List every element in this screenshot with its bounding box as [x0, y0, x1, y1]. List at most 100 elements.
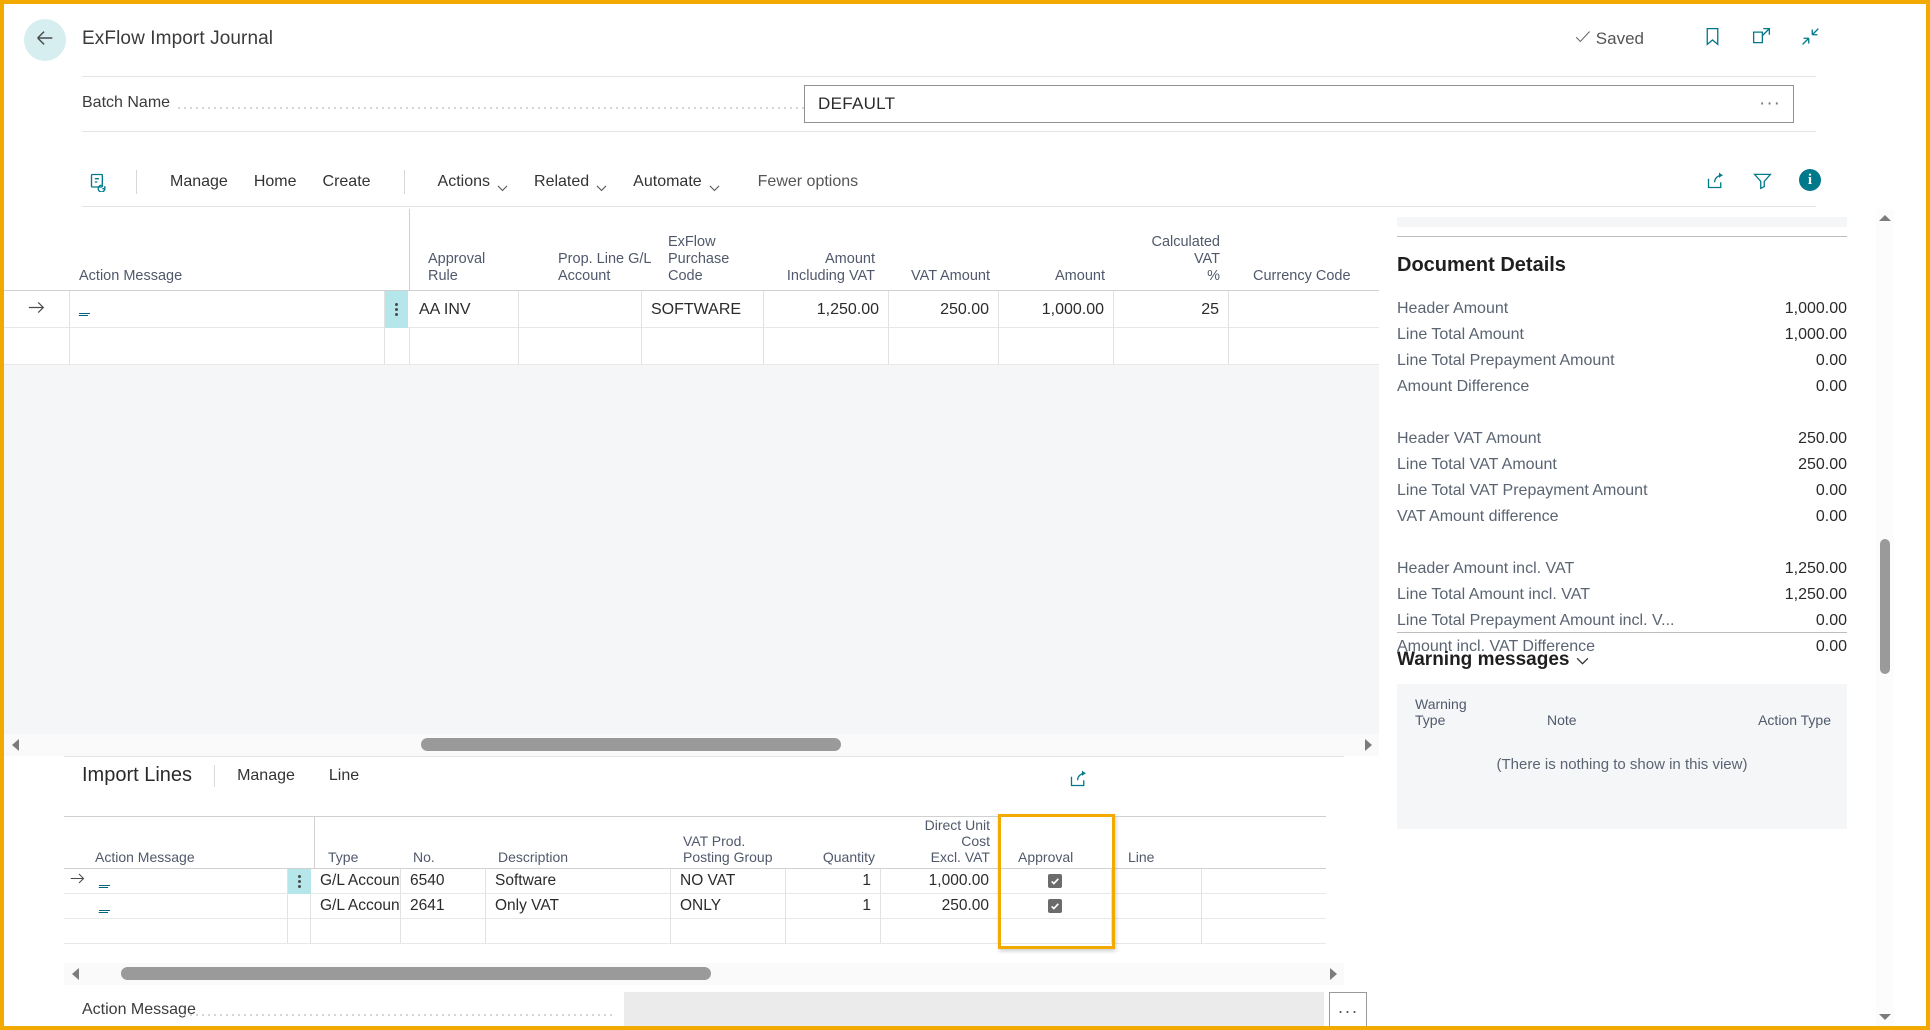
hscroll-thumb[interactable]: [421, 738, 841, 751]
il-cell-quantity[interactable]: 1: [786, 894, 881, 919]
scroll-right-arrow-icon[interactable]: [1357, 734, 1379, 756]
table-row[interactable]: [4, 328, 1379, 365]
share-icon[interactable]: [1705, 170, 1726, 191]
table-row[interactable]: _ G/L Account 6540 Software NO VAT 1 1,0…: [64, 869, 1326, 894]
approval-checkbox[interactable]: [1048, 874, 1062, 888]
il-cell-no[interactable]: [401, 919, 486, 944]
il-cell-quantity[interactable]: [786, 919, 881, 944]
cell-amount-including-vat[interactable]: 1,250.00: [764, 291, 889, 328]
batch-lookup-ellipsis-icon[interactable]: ···: [1759, 93, 1781, 115]
cell-action-message[interactable]: [70, 328, 385, 365]
cell-exflow-purchase-code[interactable]: SOFTWARE: [642, 291, 764, 328]
row-selector-blank[interactable]: [64, 894, 90, 919]
action-message-lookup-ellipsis-icon[interactable]: ···: [1329, 992, 1367, 1030]
cell-prop-line-gl-account[interactable]: [519, 328, 642, 365]
il-cell-action-message[interactable]: _: [90, 894, 288, 919]
fewer-options-button[interactable]: Fewer options: [745, 167, 872, 197]
col-header-vat-amount[interactable]: VAT Amount: [889, 243, 999, 285]
il-col-header-direct-unit-cost[interactable]: Direct Unit Cost Excl. VAT: [884, 825, 999, 865]
row-menu-kebab-icon[interactable]: [385, 291, 408, 328]
il-cell-type[interactable]: [311, 919, 401, 944]
ribbon-item-manage[interactable]: Manage: [157, 167, 241, 197]
il-cell-quantity[interactable]: 1: [786, 869, 881, 894]
exflow-app-icon[interactable]: [82, 165, 116, 199]
table-row[interactable]: _ G/L Account 2641 Only VAT ONLY 1 250.0…: [64, 894, 1326, 919]
il-cell-line[interactable]: [1112, 894, 1202, 919]
cell-currency-code[interactable]: [1229, 328, 1379, 365]
action-message-input[interactable]: [624, 992, 1324, 1030]
il-cell-direct-unit-cost[interactable]: 250.00: [881, 894, 999, 919]
row-selector-blank[interactable]: [64, 919, 90, 944]
scroll-right-arrow-icon[interactable]: [1322, 963, 1344, 985]
warning-col-header-type[interactable]: Warning Type: [1415, 696, 1505, 728]
col-header-prop-line-gl-account[interactable]: Prop. Line G/L Account: [549, 243, 664, 285]
import-lines-tab-line[interactable]: Line: [329, 767, 359, 785]
row-selector-blank[interactable]: [4, 328, 70, 365]
cell-vat-amount[interactable]: 250.00: [889, 291, 999, 328]
il-col-header-quantity[interactable]: Quantity: [789, 825, 884, 865]
cell-currency-code[interactable]: [1229, 291, 1379, 328]
il-cell-vat-prod-posting-group[interactable]: ONLY: [671, 894, 786, 919]
il-cell-description[interactable]: Software: [486, 869, 671, 894]
share-icon[interactable]: [1068, 768, 1089, 789]
il-col-header-line[interactable]: Line: [1119, 825, 1199, 865]
il-cell-line[interactable]: [1112, 869, 1202, 894]
il-cell-action-message[interactable]: _: [90, 869, 288, 894]
il-cell-direct-unit-cost[interactable]: [881, 919, 999, 944]
filter-icon[interactable]: [1752, 170, 1773, 191]
ribbon-item-home[interactable]: Home: [241, 167, 310, 197]
cell-amount[interactable]: 1,000.00: [999, 291, 1114, 328]
bookmark-icon[interactable]: [1702, 26, 1723, 47]
il-cell-approval[interactable]: [999, 894, 1112, 919]
scroll-left-arrow-icon[interactable]: [4, 734, 26, 756]
hscroll-thumb[interactable]: [121, 967, 711, 980]
table-row[interactable]: _ AA INV SOFTWARE 1,250.00 250.00 1,000.…: [4, 291, 1379, 328]
table-row[interactable]: [64, 919, 1326, 944]
il-col-header-approval[interactable]: Approval: [1009, 825, 1099, 865]
cell-approval-rule[interactable]: [410, 328, 519, 365]
il-cell-vat-prod-posting-group[interactable]: [671, 919, 786, 944]
ribbon-item-create[interactable]: Create: [310, 167, 384, 197]
import-lines-hscrollbar[interactable]: [64, 963, 1344, 985]
cell-amount-including-vat[interactable]: [764, 328, 889, 365]
il-cell-description[interactable]: [486, 919, 671, 944]
scroll-up-arrow-icon[interactable]: [1876, 209, 1894, 227]
cell-prop-line-gl-account[interactable]: [519, 291, 642, 328]
il-cell-direct-unit-cost[interactable]: 1,000.00: [881, 869, 999, 894]
ribbon-menu-related[interactable]: Related: [521, 167, 620, 197]
il-cell-no[interactable]: 2641: [401, 894, 486, 919]
back-button[interactable]: [24, 19, 66, 61]
main-grid-hscrollbar[interactable]: [4, 734, 1379, 756]
warning-messages-header[interactable]: Warning messages: [1397, 649, 1589, 671]
hscroll-track[interactable]: [26, 734, 1357, 756]
col-header-action-message[interactable]: Action Message: [70, 243, 400, 285]
approval-checkbox[interactable]: [1048, 899, 1062, 913]
il-col-header-action-message[interactable]: Action Message: [86, 825, 286, 865]
col-header-currency-code[interactable]: Currency Code: [1244, 243, 1374, 285]
cell-calculated-vat-pct[interactable]: [1114, 328, 1229, 365]
il-cell-description[interactable]: Only VAT: [486, 894, 671, 919]
info-icon[interactable]: i: [1799, 169, 1821, 191]
il-cell-approval[interactable]: [999, 869, 1112, 894]
cell-approval-rule[interactable]: AA INV: [410, 291, 519, 328]
cell-vat-amount[interactable]: [889, 328, 999, 365]
il-cell-line[interactable]: [1112, 919, 1202, 944]
page-vscrollbar[interactable]: [1876, 209, 1894, 1026]
warning-col-header-action-type[interactable]: Action Type: [1758, 712, 1831, 728]
scroll-left-arrow-icon[interactable]: [64, 963, 86, 985]
col-header-amount-including-vat[interactable]: Amount Including VAT: [764, 243, 884, 285]
cell-amount[interactable]: [999, 328, 1114, 365]
col-header-approval-rule[interactable]: Approval Rule: [419, 243, 519, 285]
il-cell-vat-prod-posting-group[interactable]: NO VAT: [671, 869, 786, 894]
open-in-new-window-icon[interactable]: [1751, 26, 1772, 47]
col-header-exflow-purchase-code[interactable]: ExFlow Purchase Code: [659, 243, 769, 285]
il-col-header-vat-prod-posting-group[interactable]: VAT Prod. Posting Group: [674, 825, 794, 865]
minimize-icon[interactable]: [1800, 26, 1821, 47]
vscroll-thumb[interactable]: [1880, 539, 1890, 674]
row-selector-arrow[interactable]: [4, 291, 70, 328]
col-header-amount[interactable]: Amount: [999, 243, 1114, 285]
il-col-header-no[interactable]: No.: [404, 825, 484, 865]
warning-col-header-note[interactable]: Note: [1547, 712, 1627, 728]
scroll-down-arrow-icon[interactable]: [1876, 1008, 1894, 1026]
il-cell-approval[interactable]: [999, 919, 1112, 944]
